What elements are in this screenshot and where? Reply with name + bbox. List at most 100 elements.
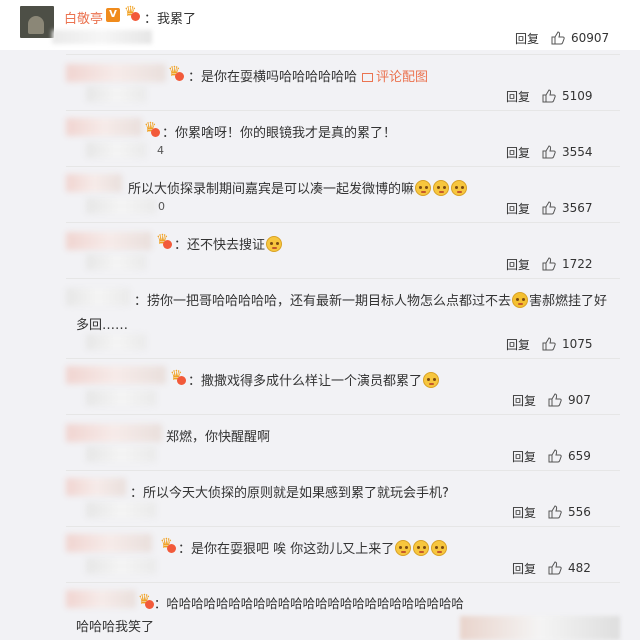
comment-text: ：是你在耍狠吧 唉 你这劲儿又上来了	[178, 538, 448, 557]
crown-badge-icon	[156, 232, 174, 250]
blurred-username	[66, 366, 166, 384]
comment-text-line2: 多回……	[76, 318, 129, 333]
crown-badge-icon	[144, 120, 162, 138]
picture-link-label: 评论配图	[376, 70, 429, 85]
blurred-region	[86, 390, 156, 406]
divider	[66, 414, 620, 415]
divider	[66, 358, 620, 359]
blurred-username	[66, 118, 142, 136]
thumbs-up-icon[interactable]	[548, 561, 562, 575]
like-count: 556	[568, 505, 591, 519]
blurred-region	[86, 446, 156, 462]
comment-text-body: 所以大侦探录制期间嘉宾是可以凑一起发微博的嘛	[128, 182, 415, 197]
comment-text-cont: 害郝燃挂了好	[529, 294, 608, 309]
blurred-region	[460, 616, 620, 640]
doge-emoji-icon	[413, 540, 430, 556]
like-count: 907	[568, 393, 591, 407]
blurred-region	[86, 254, 146, 270]
doge-emoji-icon	[431, 540, 448, 556]
comment-text: ：捞你一把哥哈哈哈哈哈，还有最新一期目标人物怎么点都过不去 害郝燃挂了好	[134, 290, 607, 309]
author-name[interactable]: 白敬亭	[64, 8, 103, 27]
comment-actions: 回复 3554	[506, 142, 593, 162]
doge-emoji-icon	[266, 236, 283, 252]
thumbs-up-icon[interactable]	[548, 505, 562, 519]
comment-text: ：哈哈哈哈哈哈哈哈哈哈哈哈哈哈哈哈哈哈哈哈哈哈哈哈	[154, 596, 464, 611]
comment-text: 所以大侦探录制期间嘉宾是可以凑一起发微博的嘛	[128, 178, 468, 197]
crown-badge-icon	[168, 64, 186, 82]
divider	[66, 222, 620, 223]
verified-icon: V	[106, 8, 120, 22]
doge-emoji-icon	[423, 372, 440, 388]
thumbs-up-icon[interactable]	[542, 337, 556, 351]
like-count: 3567	[562, 201, 593, 215]
crown-badge-icon	[160, 536, 178, 554]
thumbs-up-icon[interactable]	[551, 31, 565, 45]
divider	[66, 470, 620, 471]
thumbs-up-icon[interactable]	[548, 393, 562, 407]
comment-actions: 回复 482	[512, 558, 591, 578]
blurred-username	[66, 232, 152, 250]
blurred-username	[66, 64, 166, 82]
comment-text-body: ：是你在耍狠吧 唉 你这劲儿又上来了	[178, 542, 395, 557]
thumbs-up-icon[interactable]	[548, 449, 562, 463]
divider	[66, 526, 620, 527]
blurred-username	[66, 534, 152, 552]
reply-button[interactable]: 回复	[506, 200, 530, 217]
thumbs-up-icon[interactable]	[542, 257, 556, 271]
reply-button[interactable]: 回复	[515, 30, 539, 47]
reply-button[interactable]: 回复	[512, 504, 536, 521]
like-count: 3554	[562, 145, 593, 159]
crown-badge-icon	[170, 368, 188, 386]
image-icon	[362, 73, 373, 82]
thumbs-up-icon[interactable]	[542, 201, 556, 215]
comment-text: ：所以今天大侦探的原则就是如果感到累了就玩会手机?	[130, 486, 449, 501]
blurred-region	[86, 142, 146, 158]
like-count: 5109	[562, 89, 593, 103]
reply-button[interactable]: 回复	[506, 256, 530, 273]
like-count: 1722	[562, 257, 593, 271]
comment-text-body: ：捞你一把哥哈哈哈哈哈，还有最新一期目标人物怎么点都过不去	[134, 294, 512, 309]
comment-text-body: ：撒撒戏得多成什么样让一个演员都累了	[188, 374, 423, 389]
avatar[interactable]	[20, 6, 54, 38]
comment-actions: 回复 1722	[506, 254, 593, 274]
blurred-username	[66, 288, 130, 306]
comment-actions: 回复 1075	[506, 334, 593, 354]
reply-button[interactable]: 回复	[506, 88, 530, 105]
doge-emoji-icon	[415, 180, 432, 196]
thumbs-up-icon[interactable]	[542, 145, 556, 159]
crown-badge-icon	[124, 4, 142, 22]
divider	[66, 582, 620, 583]
comment-actions: 回复 5109	[506, 86, 593, 106]
comment-text-body: ：还不快去搜证	[174, 238, 266, 253]
blurred-username	[66, 590, 136, 608]
comment-actions: 回复 659	[512, 446, 591, 466]
thumbs-up-icon[interactable]	[542, 89, 556, 103]
doge-emoji-icon	[395, 540, 412, 556]
comment-picture-link[interactable]: 评论配图	[362, 66, 428, 85]
like-count: 60907	[571, 31, 610, 45]
comment-text: 郑燃，你快醒醒啊	[166, 430, 271, 445]
blurred-region	[86, 502, 156, 518]
doge-emoji-icon	[433, 180, 450, 196]
stray-digit: 4	[157, 144, 164, 157]
comment-text-line2: 哈哈哈我笑了	[76, 620, 155, 635]
like-count: 1075	[562, 337, 593, 351]
reply-button[interactable]: 回复	[512, 448, 536, 465]
reply-button[interactable]: 回复	[506, 144, 530, 161]
like-count: 482	[568, 561, 591, 575]
divider	[66, 166, 620, 167]
reply-button[interactable]: 回复	[512, 560, 536, 577]
comment-text: ：撒撒戏得多成什么样让一个演员都累了	[188, 370, 440, 389]
reply-button[interactable]: 回复	[512, 392, 536, 409]
blurred-region	[86, 198, 156, 214]
blurred-username	[66, 478, 126, 496]
stray-digit: 0	[158, 200, 165, 213]
main-comment-text: ：我累了	[144, 12, 197, 27]
reply-button[interactable]: 回复	[506, 336, 530, 353]
blurred-region	[86, 334, 146, 350]
comment-actions: 回复 3567	[506, 198, 593, 218]
main-comment-actions: 回复 60907	[515, 28, 609, 48]
doge-emoji-icon	[451, 180, 468, 196]
comment-text: ：还不快去搜证	[174, 234, 283, 253]
laughing-emoji-icon	[512, 292, 529, 308]
